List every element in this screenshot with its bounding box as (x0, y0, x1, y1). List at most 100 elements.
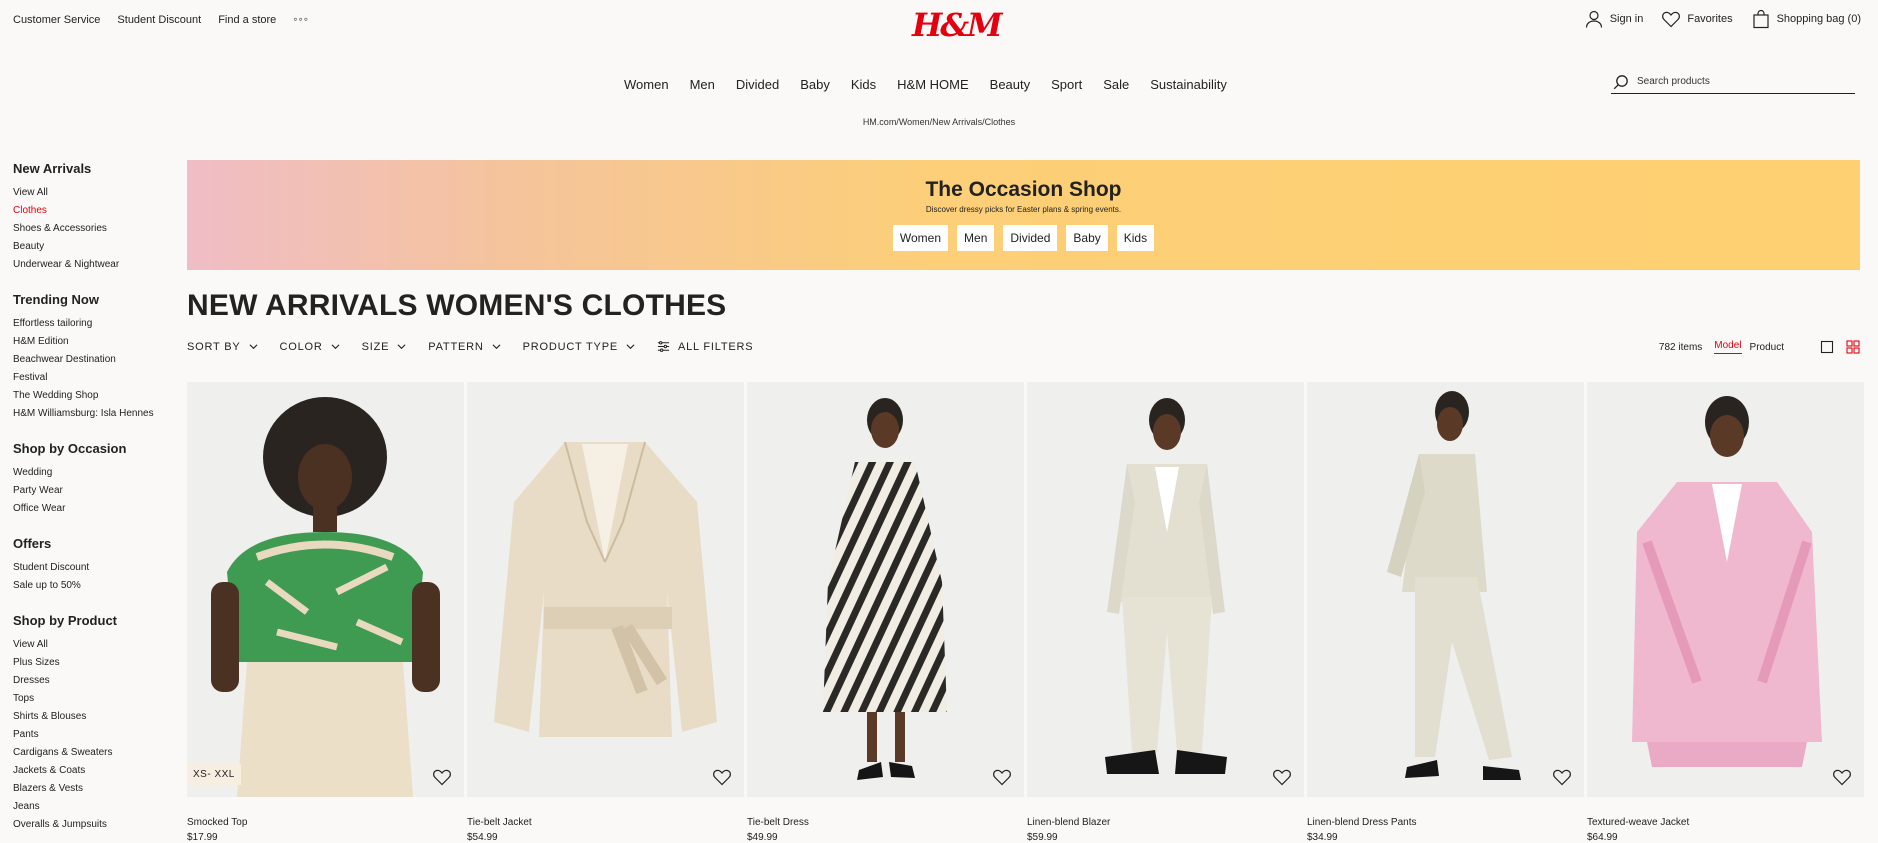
sidebar-item[interactable]: H&M Williamsburg: Isla Hennes (13, 407, 183, 425)
product-image[interactable] (747, 382, 1024, 797)
product-card[interactable]: Linen-blend Dress Pants $34.99 (1307, 382, 1584, 843)
customer-service-link[interactable]: Customer Service (13, 14, 100, 26)
color-filter[interactable]: COLOR (280, 340, 340, 353)
favorite-heart-icon[interactable] (712, 767, 732, 787)
product-name[interactable]: Linen-blend Dress Pants (1307, 817, 1584, 828)
view-model-toggle[interactable]: Model (1714, 340, 1742, 354)
sidebar-item[interactable]: View All (13, 638, 183, 656)
size-filter[interactable]: SIZE (362, 340, 407, 353)
product-name[interactable]: Textured-weave Jacket (1587, 817, 1864, 828)
sidebar-item[interactable]: Jackets & Coats (13, 764, 183, 782)
nav-divided[interactable]: Divided (736, 77, 779, 92)
product-photo (494, 441, 717, 737)
favorite-heart-icon[interactable] (992, 767, 1012, 787)
banner-link-women[interactable]: Women (892, 225, 949, 251)
shopping-bag-link[interactable]: Shopping bag (0) (1751, 9, 1861, 29)
sidebar-item[interactable]: Jeans (13, 800, 183, 818)
product-image[interactable] (467, 382, 744, 797)
sidebar-section-new-arrivals: New Arrivals View All Clothes Shoes & Ac… (13, 161, 183, 276)
product-price: $64.99 (1587, 832, 1618, 843)
sidebar-item[interactable]: Plus Sizes (13, 656, 183, 674)
sidebar-item[interactable]: Sale up to 50% (13, 579, 183, 597)
sidebar-item-active[interactable]: Clothes (13, 204, 183, 222)
product-name[interactable]: Tie-belt Jacket (467, 817, 744, 828)
sidebar-heading: Shop by Occasion (13, 441, 127, 456)
sidebar-item[interactable]: Beachwear Destination (13, 353, 183, 371)
small-grid-icon[interactable] (1846, 340, 1860, 354)
view-product-toggle[interactable]: Product (1750, 342, 1784, 353)
favorite-heart-icon[interactable] (1552, 767, 1572, 787)
heart-icon (1662, 11, 1681, 28)
favorite-heart-icon[interactable] (432, 767, 452, 787)
favorites-link[interactable]: Favorites (1661, 9, 1733, 29)
sidebar-item[interactable]: Cardigans & Sweaters (13, 746, 183, 764)
product-image[interactable] (1027, 382, 1304, 797)
banner-link-baby[interactable]: Baby (1066, 225, 1108, 251)
hm-logo[interactable]: H&M (912, 6, 1003, 44)
product-card[interactable]: Linen-blend Blazer $59.99 (1027, 382, 1304, 843)
sidebar-item[interactable]: Beauty (13, 240, 183, 258)
nav-sale[interactable]: Sale (1103, 77, 1129, 92)
sidebar-item[interactable]: Shirts & Blouses (13, 710, 183, 728)
sidebar-item[interactable]: Festival (13, 371, 183, 389)
model-photo (1632, 396, 1822, 767)
model-photo (1387, 391, 1521, 780)
favorite-heart-icon[interactable] (1272, 767, 1292, 787)
sidebar-item[interactable]: Overalls & Jumpsuits (13, 818, 183, 836)
product-card[interactable]: Textured-weave Jacket $64.99 (1587, 382, 1864, 843)
more-dots-icon[interactable]: ◦◦◦ (293, 13, 309, 26)
large-grid-icon[interactable] (1820, 340, 1834, 354)
sidebar-item[interactable]: The Wedding Shop (13, 389, 183, 407)
product-name[interactable]: Tie-belt Dress (747, 817, 1024, 828)
product-image[interactable]: XS- XXL (187, 382, 464, 797)
nav-sustainability[interactable]: Sustainability (1150, 77, 1227, 92)
filter-bar: SORT BY COLOR SIZE PATTERN PRODUCT TYPE … (187, 340, 775, 353)
nav-women[interactable]: Women (624, 77, 669, 92)
product-price: $34.99 (1307, 832, 1338, 843)
nav-sport[interactable]: Sport (1051, 77, 1082, 92)
nav-beauty[interactable]: Beauty (990, 77, 1030, 92)
search-icon[interactable] (1613, 74, 1629, 90)
sort-by-filter[interactable]: SORT BY (187, 340, 258, 353)
product-card[interactable]: Tie-belt Jacket $54.99 (467, 382, 744, 843)
main-nav: Women Men Divided Baby Kids H&M HOME Bea… (624, 77, 1248, 92)
sidebar-item[interactable]: Effortless tailoring (13, 317, 183, 335)
nav-kids[interactable]: Kids (851, 77, 876, 92)
nav-baby[interactable]: Baby (800, 77, 830, 92)
sidebar-item[interactable]: Underwear & Nightwear (13, 258, 183, 276)
sidebar-item[interactable]: View All (13, 186, 183, 204)
sidebar-item[interactable]: Student Discount (13, 561, 183, 579)
nav-men[interactable]: Men (690, 77, 715, 92)
find-store-link[interactable]: Find a store (218, 14, 276, 26)
sidebar-item[interactable]: Dresses (13, 674, 183, 692)
product-type-filter[interactable]: PRODUCT TYPE (523, 340, 635, 353)
student-discount-link[interactable]: Student Discount (117, 14, 201, 26)
nav-hm-home[interactable]: H&M HOME (897, 77, 969, 92)
product-card[interactable]: Tie-belt Dress $49.99 (747, 382, 1024, 843)
sidebar-item[interactable]: Tops (13, 692, 183, 710)
sidebar-item[interactable]: Office Wear (13, 502, 183, 520)
search-input[interactable] (1637, 76, 1837, 87)
product-name[interactable]: Linen-blend Blazer (1027, 817, 1304, 828)
banner-link-kids[interactable]: Kids (1116, 225, 1155, 251)
sidebar-item[interactable]: H&M Edition (13, 335, 183, 353)
product-card[interactable]: XS- XXL Smocked Top $17.99 (187, 382, 464, 843)
sidebar-item[interactable]: Pants (13, 728, 183, 746)
sidebar-item[interactable]: Blazers & Vests (13, 782, 183, 800)
product-image[interactable] (1587, 382, 1864, 797)
chevron-down-icon (249, 344, 257, 350)
sidebar-item[interactable]: Shoes & Accessories (13, 222, 183, 240)
pattern-filter[interactable]: PATTERN (428, 340, 501, 353)
sign-in-link[interactable]: Sign in (1584, 9, 1643, 29)
banner-link-men[interactable]: Men (957, 225, 995, 251)
sidebar-item[interactable]: Wedding (13, 466, 183, 484)
product-grid: XS- XXL Smocked Top $17.99 Tie-belt Jack… (187, 382, 1864, 843)
all-filters-button[interactable]: ALL FILTERS (657, 340, 753, 353)
breadcrumb[interactable]: HM.com/Women/New Arrivals/Clothes (0, 117, 1878, 127)
sidebar-item[interactable]: Party Wear (13, 484, 183, 502)
sliders-icon (657, 341, 670, 352)
product-image[interactable] (1307, 382, 1584, 797)
product-name[interactable]: Smocked Top (187, 817, 464, 828)
favorite-heart-icon[interactable] (1832, 767, 1852, 787)
banner-link-divided[interactable]: Divided (1003, 225, 1058, 251)
